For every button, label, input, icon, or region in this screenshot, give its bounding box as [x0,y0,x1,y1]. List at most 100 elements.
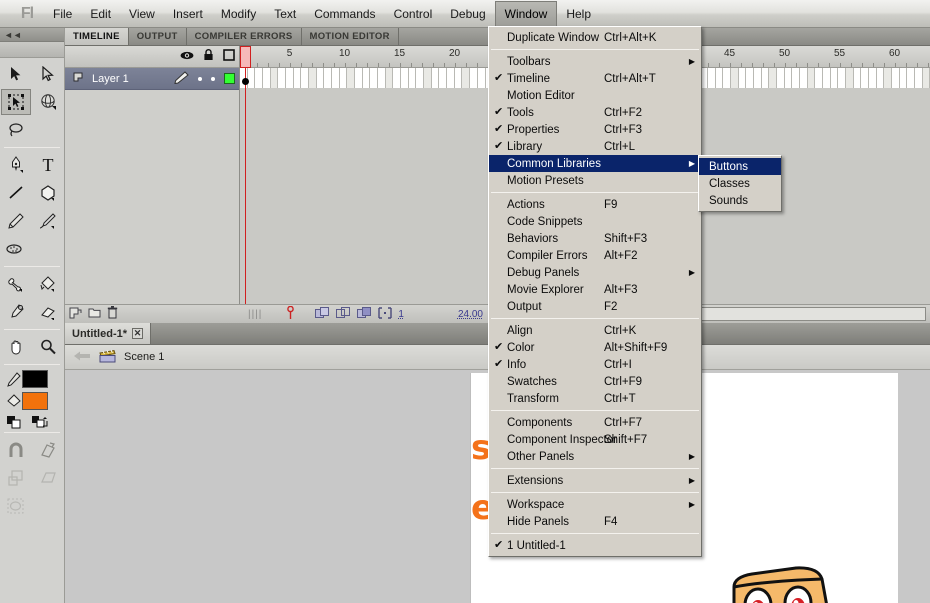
menu-item-duplicate-window[interactable]: Duplicate Window Ctrl+Alt+K [489,29,701,46]
frame-cell[interactable] [270,68,279,88]
frame-cell[interactable] [247,68,256,88]
eyedropper-icon[interactable] [1,299,31,325]
scale-icon[interactable] [1,465,31,491]
frame-cell[interactable] [447,68,455,88]
tools-panel-collapse-handle[interactable]: ◄◄ [0,28,64,42]
frame-cell[interactable] [754,68,762,88]
frame-cell[interactable] [378,68,386,88]
frame-cell[interactable] [769,68,778,88]
pen-icon[interactable] [1,152,31,178]
menu-item-other-panels[interactable]: Other Panels ▶ [489,448,701,465]
menu-item-common-libraries[interactable]: Common Libraries ▶ [489,155,701,172]
frame-cell[interactable] [777,68,785,88]
frame-cell[interactable] [907,68,916,88]
frame-cell[interactable] [853,68,862,88]
skew-icon[interactable] [33,465,63,491]
frame-cell[interactable] [899,68,908,88]
edit-multiple-frames-icon[interactable] [357,306,372,322]
delete-layer-icon[interactable] [107,306,118,322]
menu-help[interactable]: Help [557,1,600,27]
frame-cell[interactable] [861,68,870,88]
keyframe-marker[interactable] [242,78,249,85]
frame-cell[interactable] [309,68,317,88]
modify-onion-markers-icon[interactable] [378,306,393,322]
frame-cell[interactable] [362,68,371,88]
menu-text[interactable]: Text [265,1,305,27]
frame-cell[interactable] [255,68,264,88]
tab-output[interactable]: OUTPUT [128,28,187,45]
frame-cell[interactable] [263,68,271,88]
frame-cell[interactable] [439,68,448,88]
onion-skin-icon[interactable] [315,306,330,322]
frame-cell[interactable] [370,68,379,88]
menu-item-properties[interactable]: ✔ Properties Ctrl+F3 [489,121,701,138]
onion-skin-outlines-icon[interactable] [336,306,351,322]
eraser-icon[interactable] [33,299,63,325]
frame-cell[interactable] [823,68,831,88]
menu-debug[interactable]: Debug [441,1,494,27]
menu-item-code-snippets[interactable]: Code Snippets [489,213,701,230]
3d-rotation-icon[interactable] [33,89,63,115]
menu-insert[interactable]: Insert [164,1,212,27]
fill-color-swatch[interactable] [22,392,48,410]
frame-cell[interactable] [470,68,478,88]
frame-cell[interactable] [316,68,325,88]
frame-cell[interactable] [715,68,724,88]
table-row[interactable]: Layer 1 [65,68,239,90]
resize-grip-icon[interactable]: |||| [248,309,262,320]
frame-cell[interactable] [278,68,287,88]
frame-cell[interactable] [416,68,425,88]
menu-item-movie-explorer[interactable]: Movie Explorer Alt+F3 [489,281,701,298]
frame-cell[interactable] [800,68,808,88]
frame-cell[interactable] [784,68,793,88]
pencil-icon[interactable] [1,208,31,234]
spray-brush-icon[interactable] [1,236,31,262]
zoom-icon[interactable] [33,334,63,360]
menu-item-toolbars[interactable]: Toolbars ▶ [489,53,701,70]
submenu-item-sounds[interactable]: Sounds [699,192,781,209]
outline-icon[interactable] [223,49,235,64]
line-icon[interactable] [1,180,31,206]
frame-cell[interactable] [408,68,417,88]
menu-item-align[interactable]: Align Ctrl+K [489,322,701,339]
menu-item-extensions[interactable]: Extensions ▶ [489,472,701,489]
menu-item-timeline[interactable]: ✔ Timeline Ctrl+Alt+T [489,70,701,87]
menu-modify[interactable]: Modify [212,1,265,27]
fps-value[interactable]: 24.00 [458,309,483,320]
bone-icon[interactable] [1,271,31,297]
menu-item-components[interactable]: Components Ctrl+F7 [489,414,701,431]
frame-cell[interactable] [301,68,310,88]
frame-cell[interactable] [339,68,348,88]
stroke-color-swatch[interactable] [22,370,48,388]
menu-item-tools[interactable]: ✔ Tools Ctrl+F2 [489,104,701,121]
frame-cell[interactable] [869,68,877,88]
brush-icon[interactable] [33,208,63,234]
rotate-icon[interactable] [33,437,63,463]
frame-cell[interactable] [324,68,333,88]
document-tab-untitled-1[interactable]: Untitled-1* ✕ [65,323,151,344]
tab-motion-editor[interactable]: MOTION EDITOR [301,28,399,45]
frame-cell[interactable] [922,68,930,88]
frame-cell[interactable] [830,68,839,88]
frame-cell[interactable] [462,68,471,88]
frame-cell[interactable] [286,68,294,88]
smooth-selection-icon[interactable] [1,493,31,519]
layer-outline-color-box[interactable] [224,73,235,84]
frame-cell[interactable] [477,68,486,88]
paint-bucket-icon[interactable] [33,271,63,297]
layer-visibility-dot[interactable] [198,76,202,81]
frame-cell[interactable] [838,68,847,88]
frame-cell[interactable] [393,68,402,88]
frame-cell[interactable] [454,68,463,88]
menu-item-1-untitled-1[interactable]: ✔ 1 Untitled-1 [489,537,701,554]
menu-item-compiler-errors[interactable]: Compiler Errors Alt+F2 [489,247,701,264]
eye-icon[interactable] [180,50,194,64]
menu-item-info[interactable]: ✔ Info Ctrl+I [489,356,701,373]
frame-cell[interactable] [431,68,440,88]
menu-item-swatches[interactable]: Swatches Ctrl+F9 [489,373,701,390]
frame-cell[interactable] [355,68,363,88]
layer-name[interactable]: Layer 1 [92,73,174,85]
selection-arrow-icon[interactable] [1,61,31,87]
common-libraries-submenu[interactable]: Buttons Classes Sounds [698,155,782,212]
frame-cell[interactable] [761,68,770,88]
